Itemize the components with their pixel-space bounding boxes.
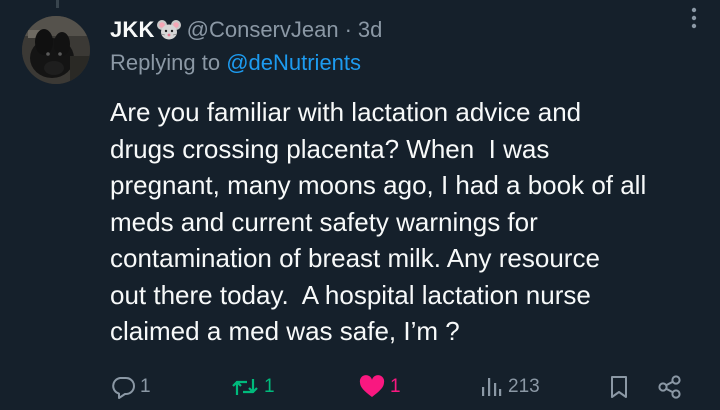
replying-to-mention[interactable]: @deNutrients [226, 50, 361, 75]
avatar-image [22, 16, 90, 84]
separator-dot: · [344, 17, 352, 42]
mouse-face-icon [156, 19, 181, 41]
thread-connector-line [56, 0, 59, 8]
share-icon [656, 374, 684, 400]
reply-icon [110, 375, 136, 399]
tweet-header: JKK @ConservJean · 3d [110, 14, 700, 46]
tweet[interactable]: JKK @ConservJean · 3d Replying to @deNut… [0, 0, 720, 410]
heart-icon [358, 375, 386, 399]
view-count: 213 [508, 376, 540, 397]
bookmark-button[interactable] [606, 372, 632, 402]
reply-count: 1 [140, 376, 151, 397]
replying-to-label: Replying to [110, 50, 227, 75]
retweet-button[interactable]: 1 [230, 372, 275, 402]
views-button[interactable]: 213 [478, 372, 540, 402]
share-button[interactable] [656, 372, 684, 402]
action-bar: 1 1 1 213 [110, 372, 700, 402]
retweet-icon [230, 375, 260, 399]
like-button[interactable]: 1 [358, 372, 401, 402]
bookmark-icon [606, 374, 632, 400]
more-options-icon[interactable] [682, 6, 706, 30]
replying-to: Replying to @deNutrients [110, 50, 700, 80]
reply-button[interactable]: 1 [110, 372, 151, 402]
display-name[interactable]: JKK [110, 17, 155, 43]
timestamp[interactable]: 3d [358, 17, 382, 43]
analytics-icon [478, 375, 504, 399]
avatar[interactable] [22, 16, 90, 84]
tweet-text: Are you familiar with lactation advice a… [110, 97, 647, 346]
like-count: 1 [390, 376, 401, 397]
retweet-count: 1 [264, 376, 275, 397]
tweet-content: JKK @ConservJean · 3d Replying to @deNut… [110, 14, 700, 350]
user-handle[interactable]: @ConservJean [187, 17, 339, 43]
